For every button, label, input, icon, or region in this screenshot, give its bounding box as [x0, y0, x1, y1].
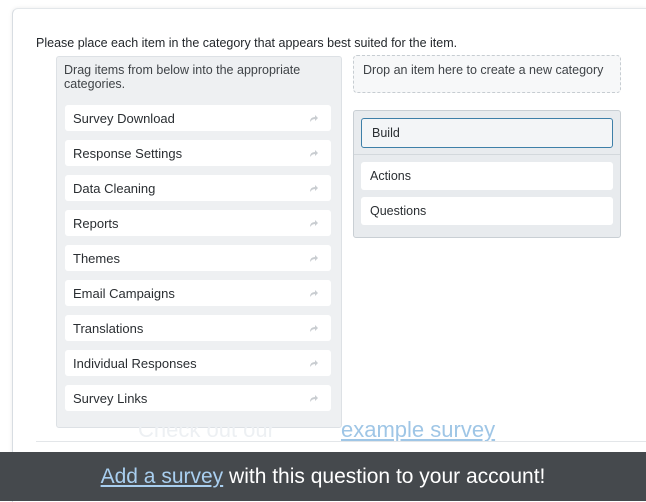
- draggable-item-survey-links[interactable]: Survey Links: [65, 385, 331, 411]
- item-label: Survey Links: [73, 390, 148, 406]
- move-arrow-icon: [310, 325, 318, 332]
- draggable-item-data-cleaning[interactable]: Data Cleaning: [65, 175, 331, 201]
- draggable-item-individual-responses[interactable]: Individual Responses: [65, 350, 331, 376]
- category-title-input[interactable]: Build: [361, 118, 613, 148]
- move-arrow-icon: [310, 220, 318, 227]
- item-label: Translations: [73, 320, 144, 336]
- category-bucket[interactable]: Build Actions Questions: [353, 110, 621, 238]
- item-label: Response Settings: [73, 145, 183, 161]
- item-label: Survey Download: [73, 110, 175, 126]
- draggable-item-email-campaigns[interactable]: Email Campaigns: [65, 280, 331, 306]
- draggable-item-translations[interactable]: Translations: [65, 315, 331, 341]
- move-arrow-icon: [310, 115, 318, 122]
- item-label: Reports: [73, 215, 119, 231]
- draggable-item-themes[interactable]: Themes: [65, 245, 331, 271]
- category-divider: [354, 154, 620, 155]
- category-item-actions[interactable]: Actions: [361, 162, 613, 190]
- example-survey-link[interactable]: example survey: [341, 417, 495, 443]
- move-arrow-icon: [310, 290, 318, 297]
- move-arrow-icon: [310, 255, 318, 262]
- draggable-item-reports[interactable]: Reports: [65, 210, 331, 236]
- source-item-list: Drag items from below into the appropria…: [56, 56, 342, 428]
- item-label: Email Campaigns: [73, 285, 175, 301]
- move-arrow-icon: [310, 150, 318, 157]
- source-list-instructions: Drag items from below into the appropria…: [64, 63, 301, 91]
- banner-text: with this question to your account!: [223, 465, 546, 488]
- move-arrow-icon: [310, 395, 318, 402]
- add-survey-link[interactable]: Add a survey: [101, 465, 224, 488]
- item-label: Themes: [73, 250, 120, 266]
- category-item-questions[interactable]: Questions: [361, 197, 613, 225]
- footer-divider: [36, 441, 646, 442]
- draggable-item-survey-download[interactable]: Survey Download: [65, 105, 331, 131]
- draggable-item-response-settings[interactable]: Response Settings: [65, 140, 331, 166]
- item-label: Data Cleaning: [73, 180, 156, 196]
- question-text: Please place each item in the category t…: [36, 36, 458, 50]
- add-survey-banner: Add a survey with this question to your …: [0, 452, 646, 501]
- move-arrow-icon: [310, 185, 318, 192]
- new-category-placeholder: Drop an item here to create a new catego…: [363, 63, 604, 77]
- item-label: Individual Responses: [73, 355, 197, 371]
- move-arrow-icon: [310, 360, 318, 367]
- footer-faded-text: Check out our: [138, 417, 275, 442]
- new-category-dropzone[interactable]: Drop an item here to create a new catego…: [353, 55, 621, 93]
